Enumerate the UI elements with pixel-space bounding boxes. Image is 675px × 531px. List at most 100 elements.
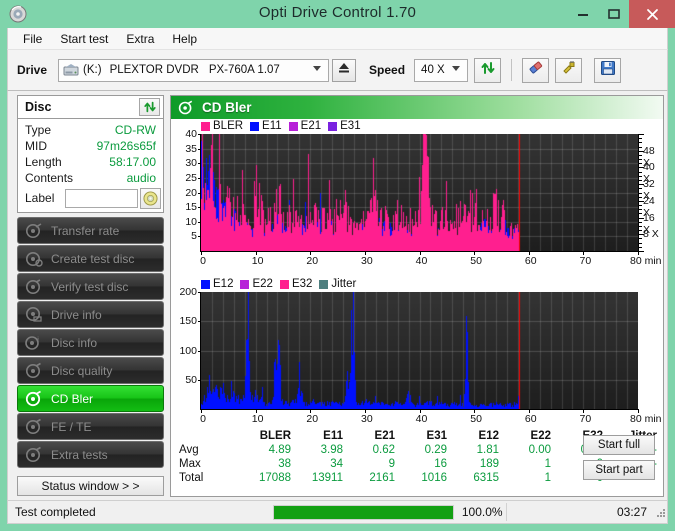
speed-tick-mark (639, 201, 644, 202)
speed-tick-mark (639, 188, 642, 189)
sidebar-item-extra-tests[interactable]: Extra tests (17, 441, 164, 468)
x-axis-line (200, 409, 639, 410)
stats-col-e21: E21 (343, 429, 395, 443)
speed-tick-label: 24 X (643, 195, 663, 219)
stats-avg-e21: 0.62 (343, 443, 395, 457)
stats-total-e22: 1 (499, 471, 551, 485)
speed-select[interactable]: 40 X (414, 59, 468, 82)
sidebar-item-transfer-rate[interactable]: Transfer rate (17, 217, 164, 244)
speed-tick-label: 48 X (643, 145, 663, 169)
drive-label: Drive (17, 63, 47, 77)
y-tick-label: 50 (171, 374, 197, 386)
svg-text:i: i (37, 335, 40, 344)
sidebar-item-cd-bler[interactable]: CD Bler (17, 385, 164, 412)
stats-rowlabel-max: Max (179, 457, 235, 471)
sidebar-item-drive-info[interactable]: Drive info (17, 301, 164, 328)
stats-total-e11: 13911 (291, 471, 343, 485)
drive-select[interactable]: (K:) PLEXTOR DVDR PX-760A 1.07 (58, 59, 329, 82)
drive-name: PLEXTOR DVDR (110, 64, 199, 76)
cd-bler-top-plot[interactable] (201, 134, 638, 251)
menu-item-start-test[interactable]: Start test (51, 30, 117, 48)
speed-tick-mark (639, 234, 644, 235)
x-tick-mark (420, 410, 421, 413)
speed-tick-mark (639, 176, 642, 177)
sidebar-item-create-test-disc[interactable]: Create test disc (17, 245, 164, 272)
sidebar-item-disc-quality[interactable]: Disc quality (17, 357, 164, 384)
start-part-button[interactable]: Start part (583, 460, 655, 480)
x-tick-mark (638, 252, 639, 255)
stats-max-e31: 16 (395, 457, 447, 471)
sidebar-label-fe-te: FE / TE (51, 420, 91, 434)
cd-bler-bottom-plot[interactable] (201, 292, 638, 409)
x-tick-label: 20 (292, 255, 332, 267)
speed-tick-mark (639, 218, 644, 219)
disc-key-mid: MID (25, 139, 47, 153)
cd-disc-icon (143, 191, 158, 206)
status-window-button[interactable]: Status window > > (17, 476, 164, 496)
x-tick-label: 40 (402, 255, 442, 267)
fe-te-icon (25, 418, 43, 436)
stats-max-e21: 9 (343, 457, 395, 471)
x-tick-mark (529, 252, 530, 255)
stats-col-bler: BLER (235, 429, 291, 443)
settings-button[interactable] (555, 58, 582, 83)
sidebar-item-fe-te[interactable]: FE / TE (17, 413, 164, 440)
x-tick-label: 50 (456, 413, 496, 425)
eject-button[interactable] (332, 59, 356, 82)
sidebar-label-transfer-rate: Transfer rate (51, 224, 119, 238)
disc-test-icon (25, 222, 43, 240)
disc-row-mid: MID 97m26s65f (18, 139, 163, 156)
progress-percent: 100.0% (462, 505, 503, 519)
chart-panel: CD Bler BLER E11 E21 E31 (170, 95, 664, 497)
sidebar-item-disc-info[interactable]: i Disc info (17, 329, 164, 356)
speed-label: Speed (369, 63, 405, 77)
save-button[interactable] (594, 58, 621, 83)
speed-tick-mark (639, 226, 642, 227)
menu-item-extra[interactable]: Extra (117, 30, 163, 48)
resize-grip-icon[interactable] (655, 506, 667, 518)
minimize-button[interactable] (569, 0, 597, 28)
y-tick-label: 25 (171, 172, 197, 184)
sidebar-label-create-test-disc: Create test disc (51, 252, 134, 266)
y-tick-label: 30 (171, 157, 197, 169)
close-button[interactable] (629, 0, 675, 28)
disc-row-length: Length 58:17.00 (18, 155, 163, 172)
stats-max-bler: 38 (235, 457, 291, 471)
disc-refresh-button[interactable] (139, 98, 160, 116)
chevron-down-icon (313, 66, 321, 71)
disc-key-type: Type (25, 123, 51, 137)
legend-label-jitter: Jitter (331, 278, 356, 290)
cd-bler-icon (25, 390, 43, 408)
disc-value-contents: audio (127, 171, 156, 185)
menu-item-file[interactable]: File (14, 30, 51, 48)
speed-tick-label: 32 X (643, 178, 663, 202)
x-tick-label: 70 (565, 413, 605, 425)
refresh-button[interactable] (474, 58, 501, 83)
disc-panel-title: Disc (25, 100, 51, 114)
disc-value-type: CD-RW (115, 123, 156, 137)
sidebar: Transfer rate Create test disc (17, 217, 164, 469)
disc-label-input[interactable] (65, 189, 138, 208)
sidebar-item-verify-test-disc[interactable]: Verify test disc (17, 273, 164, 300)
stats-avg-bler: 4.89 (235, 443, 291, 457)
refresh-arrows-icon (143, 100, 157, 114)
speed-tick-label: 16 X (643, 212, 663, 236)
speed-tick-mark (639, 155, 642, 156)
maximize-button[interactable] (600, 0, 628, 28)
x-tick-mark (201, 410, 202, 413)
start-full-button[interactable]: Start full (583, 435, 655, 455)
stats-col-e12: E12 (447, 429, 499, 443)
x-tick-label: 20 (292, 413, 332, 425)
eraser-icon (527, 59, 544, 81)
floppy-save-icon (600, 60, 616, 81)
title-bar: Opti Drive Control 1.70 (0, 0, 675, 28)
erase-button[interactable] (522, 58, 549, 83)
x-tick-label: 0 (183, 413, 223, 425)
speed-tick-mark (639, 222, 642, 223)
x-tick-mark (256, 410, 257, 413)
speed-tick-mark (639, 167, 644, 168)
disc-key-length: Length (25, 155, 62, 169)
disc-label-read-button[interactable] (140, 188, 161, 209)
menu-item-help[interactable]: Help (163, 30, 206, 48)
x-tick-mark (638, 410, 639, 413)
